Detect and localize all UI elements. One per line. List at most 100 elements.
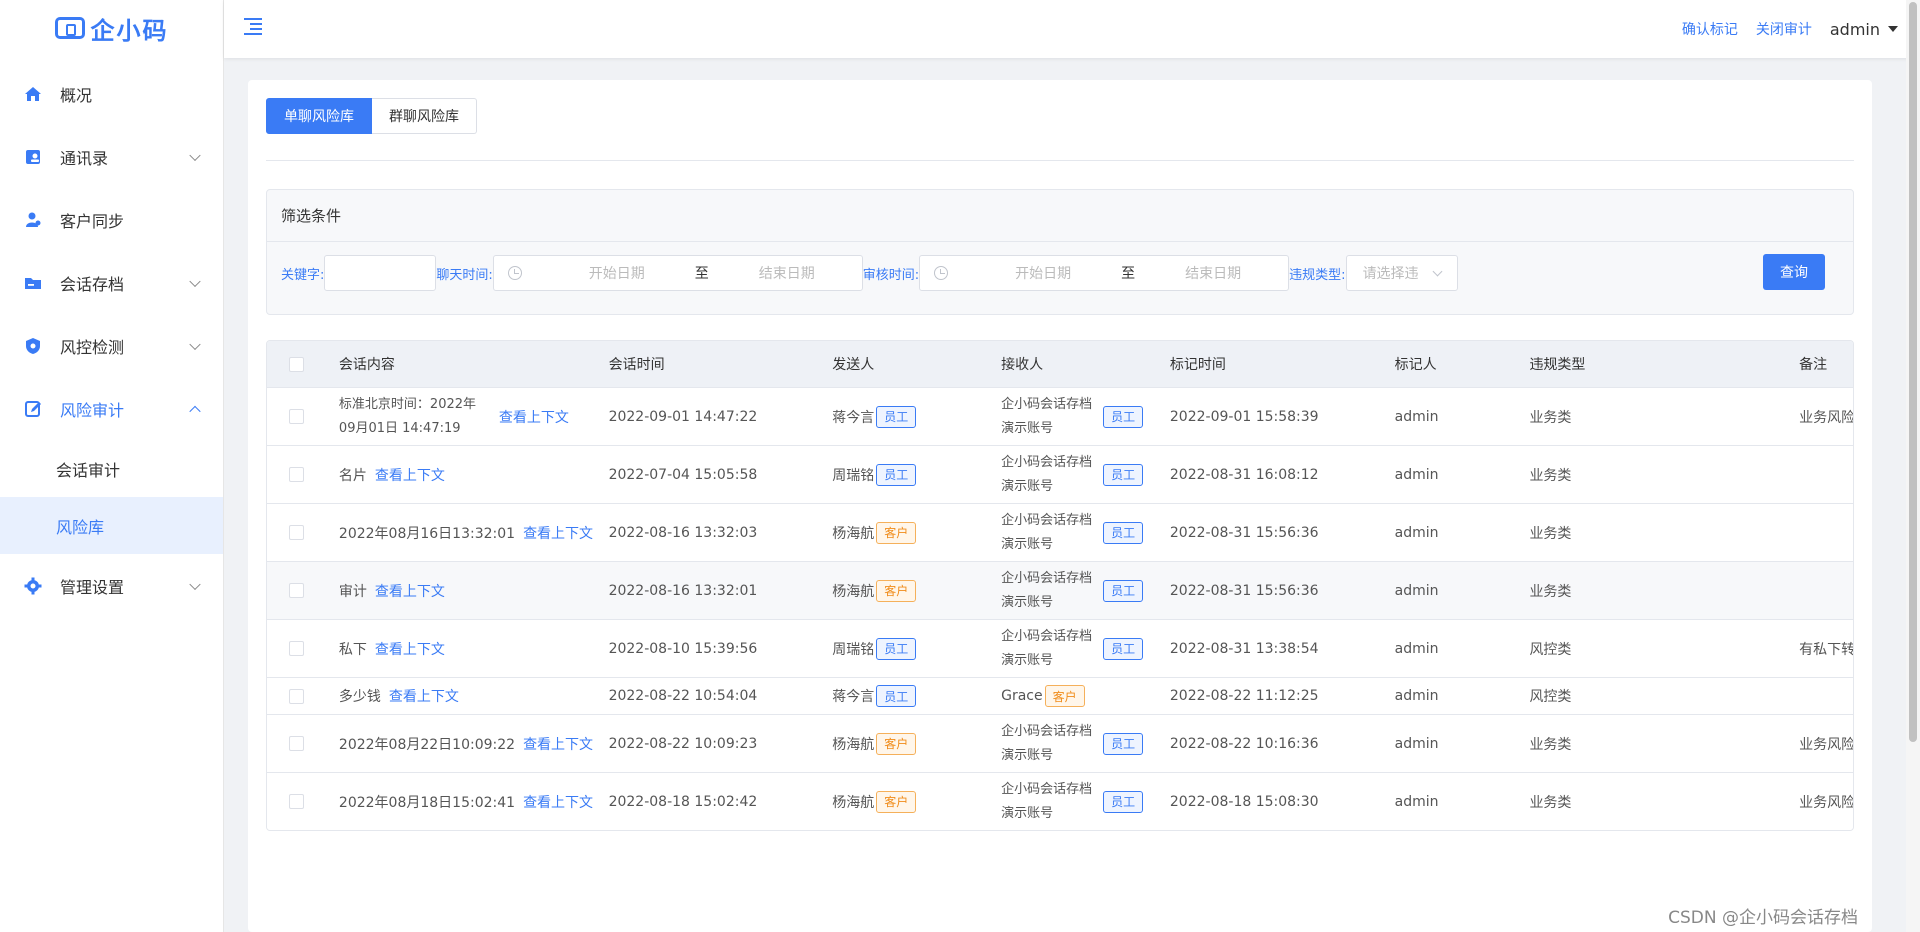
row-checkbox[interactable] xyxy=(289,641,305,656)
chat-time-range[interactable]: 开始日期 至 结束日期 xyxy=(492,255,863,291)
violation-type: 业务类 xyxy=(1529,467,1572,484)
violation-type-select[interactable]: 请选择违 xyxy=(1345,255,1458,291)
row-checkbox[interactable] xyxy=(289,583,305,598)
receiver-name: 企小码会话存档演示账号 xyxy=(1001,723,1093,763)
row-select-cell xyxy=(267,641,327,656)
tab-single-chat-risk[interactable]: 单聊风险库 xyxy=(266,98,372,134)
tab-group-chat-risk[interactable]: 群聊风险库 xyxy=(372,98,477,134)
sidebar-item-overview[interactable]: 概况 xyxy=(0,62,223,125)
keyword-input[interactable] xyxy=(324,255,437,291)
submenu-item-risk-library[interactable]: 风险库 xyxy=(0,497,223,554)
row-checkbox[interactable] xyxy=(289,525,305,540)
table-row[interactable]: 私下 查看上下文 2022-08-10 15:39:56 周瑞铭 员工 企小码会话存档演示… xyxy=(267,619,1853,677)
row-select-cell xyxy=(267,794,327,809)
receiver-tag: 员工 xyxy=(1103,463,1144,486)
row-checkbox[interactable] xyxy=(289,736,305,751)
table-row[interactable]: 标准北京时间：2022年09月01日 14:47:19 查看上下文 2022-09-… xyxy=(267,387,1853,445)
logo-icon xyxy=(54,17,85,39)
receiver-cell: 企小码会话存档演示账号 员工 xyxy=(989,625,1158,673)
table-row[interactable]: 多少钱 查看上下文 2022-08-22 10:54:04 蒋今言 员工 Grace 客户 2… xyxy=(267,677,1853,714)
table-row[interactable]: 2022年08月18日15:02:41 查看上下文 2022-08-18 15:02… xyxy=(267,772,1853,830)
audit-start-date[interactable]: 开始日期 xyxy=(968,263,1118,283)
row-checkbox[interactable] xyxy=(289,467,305,482)
sidebar-item-contacts[interactable]: 通讯录 xyxy=(0,125,223,188)
username: admin xyxy=(1829,19,1880,39)
marker-name: admin xyxy=(1394,582,1439,599)
violation-type: 业务类 xyxy=(1529,794,1572,811)
note: 业务风险 xyxy=(1799,794,1854,811)
view-context-link[interactable]: 查看上下文 xyxy=(523,734,593,754)
receiver-cell: 企小码会话存档演示账号 员工 xyxy=(989,509,1158,557)
view-context-link[interactable]: 查看上下文 xyxy=(389,686,459,706)
note: 有私下转账 xyxy=(1799,641,1853,658)
sender-cell: 杨海航 客户 xyxy=(820,521,989,544)
row-checkbox[interactable] xyxy=(289,794,305,809)
content-cell: 审计 查看上下文 xyxy=(327,581,597,601)
chat-start-date[interactable]: 开始日期 xyxy=(542,263,692,283)
clock-icon xyxy=(507,266,522,280)
table-row[interactable]: 名片 查看上下文 2022-07-04 15:05:58 周瑞铭 员工 企小码会话存档演示… xyxy=(267,445,1853,503)
query-button[interactable]: 查询 xyxy=(1763,254,1825,290)
view-context-link[interactable]: 查看上下文 xyxy=(523,792,593,812)
col-violation-type: 违规类型 xyxy=(1529,357,1586,373)
sidebar-item-risk-detect[interactable]: 风控检测 xyxy=(0,314,223,377)
content-cell: 名片 查看上下文 xyxy=(327,465,597,485)
view-context-link[interactable]: 查看上下文 xyxy=(499,407,569,427)
chevron-down-icon xyxy=(1432,266,1443,277)
audit-end-date[interactable]: 结束日期 xyxy=(1138,263,1288,283)
view-context-link[interactable]: 查看上下文 xyxy=(375,639,445,659)
view-context-link[interactable]: 查看上下文 xyxy=(523,523,593,543)
mark-time: 2022-08-22 11:12:25 xyxy=(1169,688,1319,704)
collapse-sidebar-icon[interactable] xyxy=(244,18,264,36)
row-checkbox[interactable] xyxy=(289,688,305,704)
sidebar-item-settings[interactable]: 管理设置 xyxy=(0,554,223,617)
divider xyxy=(266,160,1854,161)
confirm-mark-link[interactable]: 确认标记 xyxy=(1682,19,1738,39)
scrollbar-thumb[interactable] xyxy=(1909,2,1917,742)
select-all-checkbox[interactable] xyxy=(289,356,305,372)
contacts-icon xyxy=(22,146,44,168)
sidebar-menu: 概况 通讯录 客户同步会话存档风控检测 风险审计 会话审计 风险库 管理设置 xyxy=(0,62,223,617)
sender-name: 杨海航 xyxy=(832,583,875,600)
col-time: 会话时间 xyxy=(608,357,665,373)
mark-time: 2022-08-31 15:56:36 xyxy=(1169,524,1319,541)
row-checkbox[interactable] xyxy=(289,409,305,424)
violation-type: 业务类 xyxy=(1529,583,1572,600)
close-audit-link[interactable]: 关闭审计 xyxy=(1756,19,1812,39)
page-scrollbar[interactable] xyxy=(1906,0,1920,932)
table-row[interactable]: 2022年08月22日10:09:22 查看上下文 2022-08-22 10:09… xyxy=(267,714,1853,772)
edit-icon xyxy=(22,398,44,420)
submenu-item-chat-audit[interactable]: 会话审计 xyxy=(0,440,223,497)
sender-cell: 杨海航 客户 xyxy=(820,579,989,602)
receiver-cell: 企小码会话存档演示账号 员工 xyxy=(989,393,1158,441)
folder-icon xyxy=(22,272,44,294)
sidebar-item-label: 会话存档 xyxy=(60,274,125,294)
brand-logo[interactable]: 企小码 xyxy=(0,0,223,56)
table-row[interactable]: 审计 查看上下文 2022-08-16 13:32:01 杨海航 客户 企小码会话存档演示… xyxy=(267,561,1853,619)
user-menu[interactable]: admin xyxy=(1830,20,1898,39)
gear-icon xyxy=(22,575,44,597)
sender-name: 周瑞铭 xyxy=(832,467,875,484)
table-row[interactable]: 2022年08月16日13:32:01 查看上下文 2022-08-16 13:32… xyxy=(267,503,1853,561)
chat-end-date[interactable]: 结束日期 xyxy=(712,263,862,283)
sender-cell: 周瑞铭 员工 xyxy=(820,463,989,486)
sidebar-item-chat-archive[interactable]: 会话存档 xyxy=(0,251,223,314)
marker-name: admin xyxy=(1394,688,1439,704)
sidebar-item-customer-sync[interactable]: 客户同步 xyxy=(0,188,223,251)
session-time: 2022-08-22 10:09:23 xyxy=(608,735,758,752)
sidebar-item-risk-audit[interactable]: 风险审计 xyxy=(0,377,223,440)
session-time: 2022-07-04 15:05:58 xyxy=(608,466,758,483)
chevron-down-icon xyxy=(189,275,201,287)
view-context-link[interactable]: 查看上下文 xyxy=(375,465,445,485)
receiver-cell: 企小码会话存档演示账号 员工 xyxy=(989,720,1158,768)
clock-icon xyxy=(934,266,949,280)
marker-name: admin xyxy=(1394,793,1439,810)
select-placeholder: 请选择违 xyxy=(1362,266,1419,282)
audit-time-range[interactable]: 开始日期 至 结束日期 xyxy=(919,255,1290,291)
note: 业务风险 xyxy=(1799,736,1854,753)
content-cell: 2022年08月18日15:02:41 查看上下文 xyxy=(327,792,597,812)
view-context-link[interactable]: 查看上下文 xyxy=(375,581,445,601)
filter-panel: 筛选条件 关键字: 聊天时间: 开始日期 至 结束日期 审核时间: 开始日期 至… xyxy=(266,189,1854,315)
watermark: CSDN @企小码会话存档 xyxy=(1668,908,1858,928)
shield-icon xyxy=(22,335,44,357)
